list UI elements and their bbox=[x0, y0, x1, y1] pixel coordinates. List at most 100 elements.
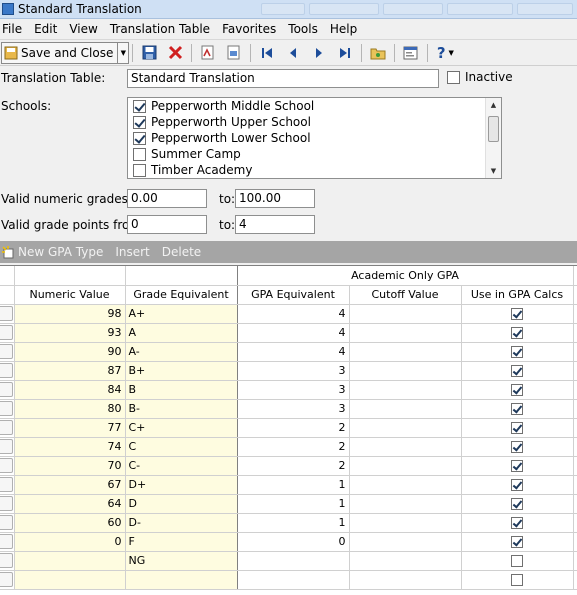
numeric-value-cell[interactable]: 80 bbox=[14, 399, 126, 419]
use-in-gpa-calcs-checkbox[interactable] bbox=[511, 403, 523, 415]
save-options-dropdown[interactable]: ▼ bbox=[118, 41, 130, 64]
column-header-use-in-gpa-calcs[interactable]: Use in GPA Calcs bbox=[461, 285, 574, 305]
table-row[interactable]: 93 A 4 bbox=[0, 323, 577, 343]
use-in-gpa-calcs-cell[interactable] bbox=[461, 456, 574, 476]
properties-button[interactable] bbox=[398, 42, 424, 64]
grade-equivalent-cell[interactable]: C- bbox=[125, 456, 238, 476]
use-in-gpa-calcs-checkbox[interactable] bbox=[511, 574, 523, 586]
use-in-gpa-calcs-cell[interactable] bbox=[461, 513, 574, 533]
school-checkbox[interactable] bbox=[133, 147, 146, 161]
table-row[interactable] bbox=[0, 570, 577, 590]
row-selector[interactable] bbox=[0, 323, 15, 343]
school-item[interactable]: Summer Camp bbox=[128, 146, 501, 162]
use-in-gpa-calcs-cell[interactable] bbox=[461, 551, 574, 571]
use-in-gpa-calcs-checkbox[interactable] bbox=[511, 555, 523, 567]
school-item[interactable]: Pepperworth Upper School bbox=[128, 114, 501, 130]
gpa-equivalent-cell[interactable]: 2 bbox=[237, 456, 350, 476]
cutoff-value-cell[interactable] bbox=[349, 361, 462, 381]
use-in-gpa-calcs-checkbox[interactable] bbox=[511, 346, 523, 358]
numeric-grades-from-field[interactable]: 0.00 bbox=[127, 189, 207, 208]
save-and-close-button[interactable]: Save and Close bbox=[1, 41, 119, 64]
school-item[interactable]: Pepperworth Lower School bbox=[128, 130, 501, 146]
save-button[interactable] bbox=[136, 42, 162, 64]
schools-list[interactable]: Pepperworth Middle School Pepperworth Up… bbox=[127, 97, 502, 179]
gpa-equivalent-cell[interactable]: 4 bbox=[237, 323, 350, 343]
delete-row-button[interactable]: Delete bbox=[162, 245, 201, 259]
grade-equivalent-cell[interactable]: B+ bbox=[125, 361, 238, 381]
numeric-value-cell[interactable]: 60 bbox=[14, 513, 126, 533]
row-selector[interactable] bbox=[0, 361, 15, 381]
use-in-gpa-calcs-cell[interactable] bbox=[461, 570, 574, 590]
numeric-value-cell[interactable]: 77 bbox=[14, 418, 126, 438]
previous-record-button[interactable] bbox=[280, 42, 306, 64]
column-header-cutoff-value[interactable]: Cutoff Value bbox=[349, 285, 462, 305]
grade-points-from-field[interactable]: 0 bbox=[127, 215, 207, 234]
gpa-equivalent-cell[interactable]: 4 bbox=[237, 304, 350, 324]
gpa-equivalent-cell[interactable]: 2 bbox=[237, 437, 350, 457]
use-in-gpa-calcs-checkbox[interactable] bbox=[511, 536, 523, 548]
use-in-gpa-calcs-cell[interactable] bbox=[461, 475, 574, 495]
row-selector[interactable] bbox=[0, 570, 15, 590]
grade-equivalent-cell[interactable]: B- bbox=[125, 399, 238, 419]
scrollbar-thumb[interactable] bbox=[488, 116, 499, 142]
last-record-button[interactable] bbox=[332, 42, 358, 64]
numeric-value-cell[interactable]: 0 bbox=[14, 532, 126, 552]
column-header-numeric-value[interactable]: Numeric Value bbox=[14, 285, 126, 305]
school-checkbox[interactable] bbox=[133, 115, 146, 129]
table-row[interactable]: 90 A- 4 bbox=[0, 342, 577, 362]
folder-button[interactable] bbox=[365, 42, 391, 64]
grade-report-button[interactable] bbox=[221, 42, 247, 64]
grade-equivalent-cell[interactable]: D+ bbox=[125, 475, 238, 495]
table-row[interactable]: 64 D 1 bbox=[0, 494, 577, 514]
row-selector[interactable] bbox=[0, 494, 15, 514]
first-record-button[interactable] bbox=[254, 42, 280, 64]
row-selector[interactable] bbox=[0, 456, 15, 476]
numeric-value-cell[interactable]: 87 bbox=[14, 361, 126, 381]
cutoff-value-cell[interactable] bbox=[349, 437, 462, 457]
gpa-equivalent-cell[interactable]: 4 bbox=[237, 342, 350, 362]
use-in-gpa-calcs-cell[interactable] bbox=[461, 494, 574, 514]
use-in-gpa-calcs-checkbox[interactable] bbox=[511, 517, 523, 529]
cutoff-value-cell[interactable] bbox=[349, 304, 462, 324]
insert-button[interactable]: Insert bbox=[115, 245, 149, 259]
cutoff-value-cell[interactable] bbox=[349, 380, 462, 400]
menu-file[interactable]: File bbox=[0, 19, 28, 40]
cutoff-value-cell[interactable] bbox=[349, 456, 462, 476]
use-in-gpa-calcs-cell[interactable] bbox=[461, 380, 574, 400]
help-button[interactable]: ? ▼ bbox=[431, 42, 459, 64]
table-row[interactable]: 74 C 2 bbox=[0, 437, 577, 457]
numeric-value-cell[interactable]: 93 bbox=[14, 323, 126, 343]
next-record-button[interactable] bbox=[306, 42, 332, 64]
grade-equivalent-cell[interactable]: C bbox=[125, 437, 238, 457]
menu-favorites[interactable]: Favorites bbox=[216, 19, 282, 40]
cutoff-value-cell[interactable] bbox=[349, 475, 462, 495]
numeric-value-cell[interactable] bbox=[14, 551, 126, 571]
grade-equivalent-cell[interactable]: D- bbox=[125, 513, 238, 533]
use-in-gpa-calcs-checkbox[interactable] bbox=[511, 498, 523, 510]
use-in-gpa-calcs-cell[interactable] bbox=[461, 437, 574, 457]
gpa-equivalent-cell[interactable]: 2 bbox=[237, 418, 350, 438]
use-in-gpa-calcs-cell[interactable] bbox=[461, 532, 574, 552]
gpa-equivalent-cell[interactable]: 3 bbox=[237, 361, 350, 381]
use-in-gpa-calcs-checkbox[interactable] bbox=[511, 308, 523, 320]
table-row[interactable]: 0F0 bbox=[0, 532, 577, 552]
numeric-value-cell[interactable] bbox=[14, 570, 126, 590]
grade-equivalent-cell[interactable]: B bbox=[125, 380, 238, 400]
column-header-gpa-equivalent[interactable]: GPA Equivalent bbox=[237, 285, 350, 305]
cutoff-value-cell[interactable] bbox=[349, 513, 462, 533]
numeric-value-cell[interactable]: 90 bbox=[14, 342, 126, 362]
row-selector[interactable] bbox=[0, 418, 15, 438]
gpa-equivalent-cell[interactable]: 1 bbox=[237, 494, 350, 514]
use-in-gpa-calcs-checkbox[interactable] bbox=[511, 479, 523, 491]
gpa-equivalent-cell[interactable]: 3 bbox=[237, 380, 350, 400]
gpa-equivalent-cell[interactable] bbox=[237, 551, 350, 571]
table-row[interactable]: 98 A+ 4 bbox=[0, 304, 577, 324]
menu-view[interactable]: View bbox=[63, 19, 103, 40]
use-in-gpa-calcs-cell[interactable] bbox=[461, 342, 574, 362]
use-in-gpa-calcs-checkbox[interactable] bbox=[511, 460, 523, 472]
gpa-equivalent-cell[interactable]: 1 bbox=[237, 475, 350, 495]
cutoff-value-cell[interactable] bbox=[349, 399, 462, 419]
gpa-equivalent-cell[interactable]: 0 bbox=[237, 532, 350, 552]
use-in-gpa-calcs-cell[interactable] bbox=[461, 418, 574, 438]
gpa-equivalent-cell[interactable]: 3 bbox=[237, 399, 350, 419]
